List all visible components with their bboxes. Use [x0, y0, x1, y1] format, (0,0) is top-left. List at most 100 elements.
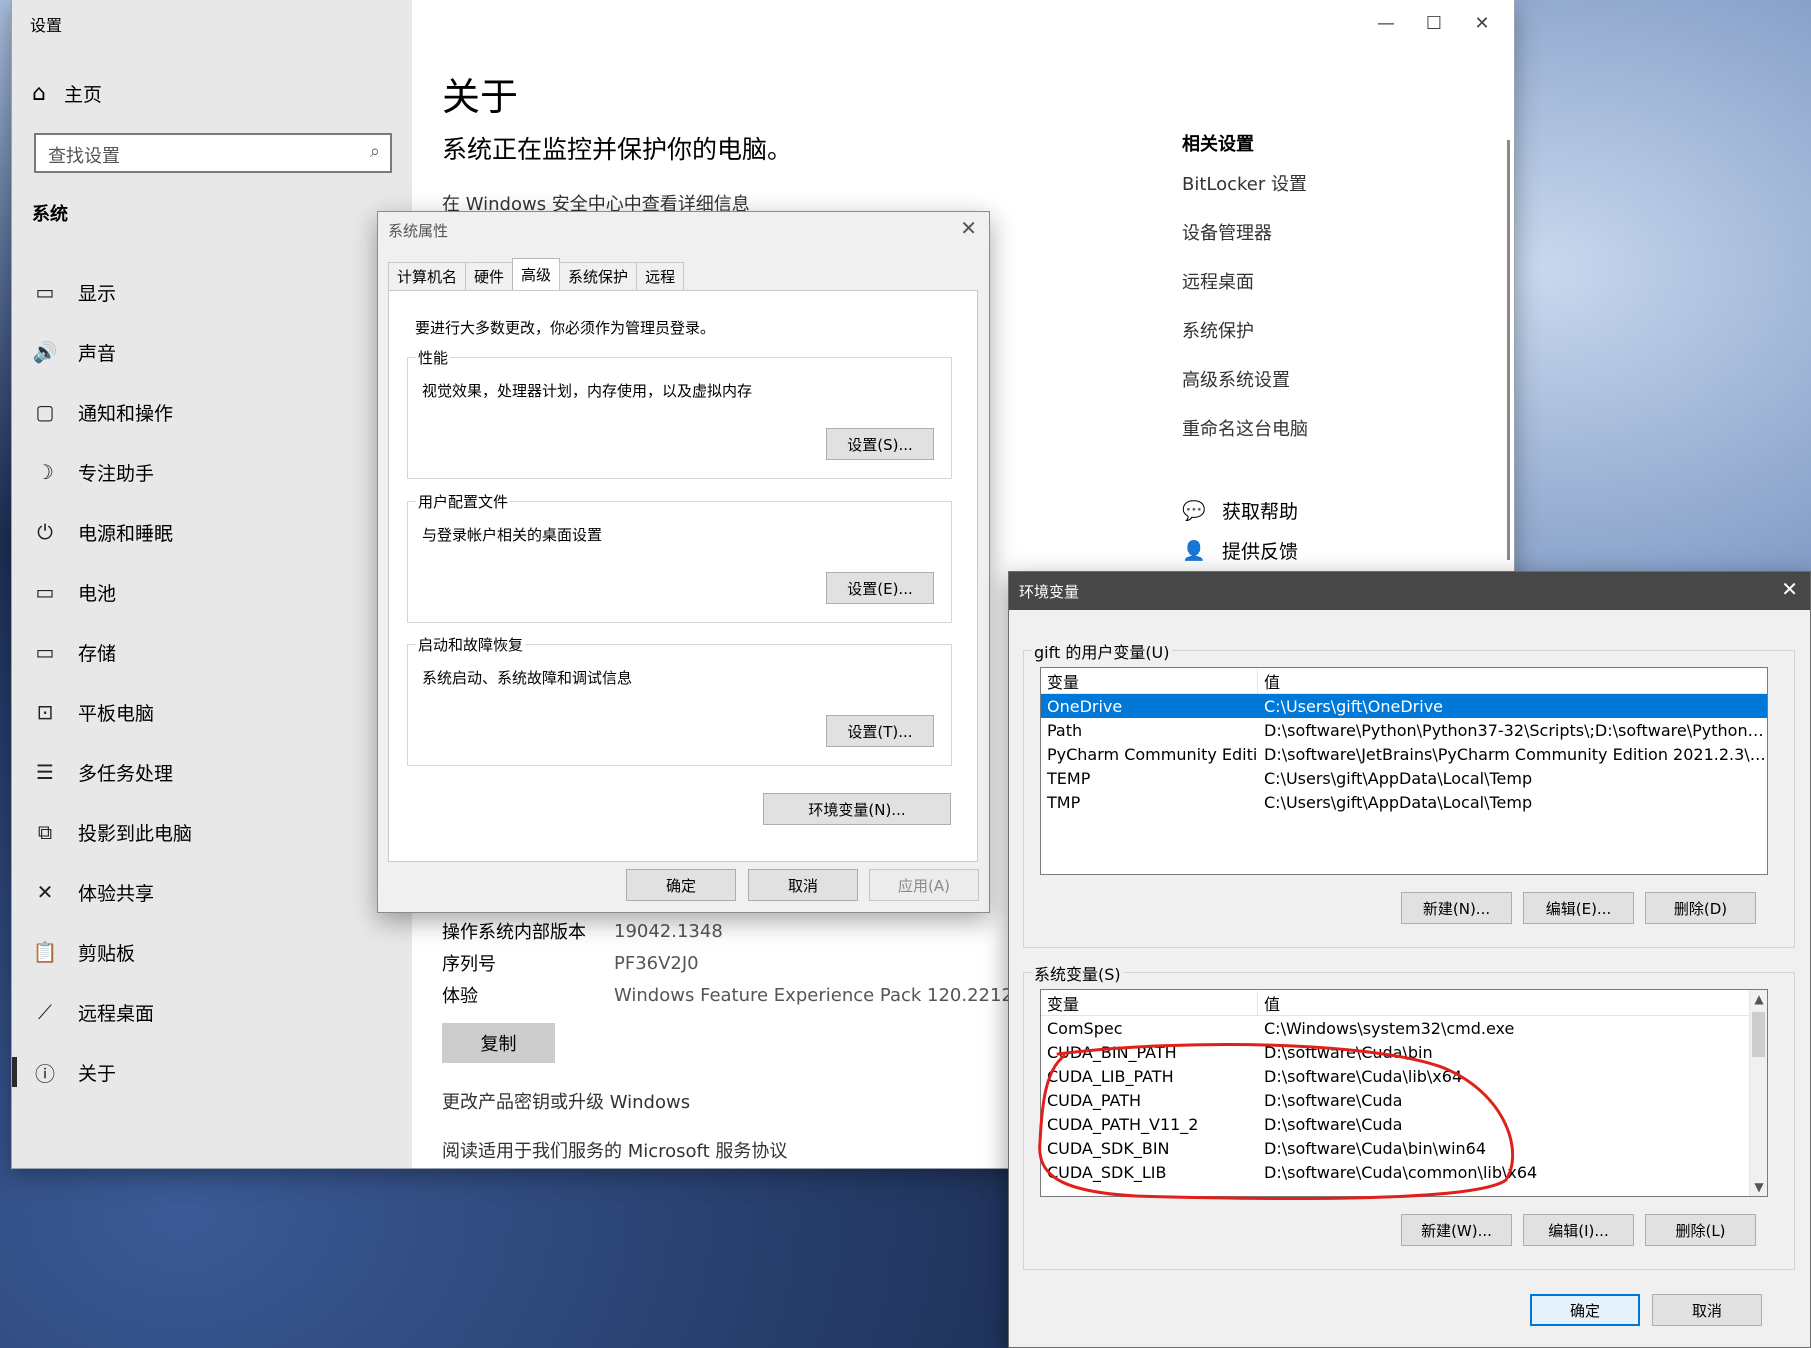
variable-value: D:\software\JetBrains\PyCharm Community …: [1264, 744, 1767, 764]
spec-key: 序列号: [442, 954, 496, 975]
sidebar-item-multitask[interactable]: ☰ 多任务处理: [12, 742, 412, 802]
startup-settings-button[interactable]: 设置(T)...: [826, 715, 934, 747]
table-row[interactable]: OneDrive C:\Users\gift\OneDrive: [1041, 694, 1767, 718]
column-header-variable[interactable]: 变量: [1041, 990, 1258, 1015]
feedback-link[interactable]: 👤 提供反馈: [1182, 530, 1298, 570]
table-scrollbar[interactable]: ▲ ▼: [1749, 990, 1767, 1196]
variable-name: CUDA_PATH_V11_2: [1047, 1114, 1199, 1134]
table-row[interactable]: CUDA_LIB_PATH D:\software\Cuda\lib\x64: [1041, 1064, 1749, 1088]
table-row[interactable]: CUDA_SDK_LIB D:\software\Cuda\common\lib\…: [1041, 1160, 1749, 1184]
sidebar-item-moon[interactable]: ☽ 专注助手: [12, 442, 412, 502]
scroll-down-icon[interactable]: ▼: [1750, 1180, 1767, 1194]
remote-desktop-icon: ⟋: [38, 1000, 52, 1024]
table-row[interactable]: TMP C:\Users\gift\AppData\Local\Temp: [1041, 790, 1767, 814]
related-link-remote-desktop[interactable]: 远程桌面: [1182, 268, 1308, 317]
variable-name: CUDA_LIB_PATH: [1047, 1066, 1174, 1086]
speaker-icon: 🔊: [32, 340, 58, 364]
table-row[interactable]: CUDA_PATH_V11_2 D:\software\Cuda: [1041, 1112, 1749, 1136]
table-row[interactable]: CUDA_PATH D:\software\Cuda: [1041, 1088, 1749, 1112]
search-input[interactable]: 查找设置 ⌕: [34, 133, 392, 173]
variable-name: TMP: [1047, 792, 1081, 812]
user-edit-button[interactable]: 编辑(E)...: [1523, 892, 1634, 924]
tab-system-protection[interactable]: 系统保护: [559, 262, 638, 290]
variable-value: C:\Users\gift\AppData\Local\Temp: [1264, 792, 1533, 812]
system-delete-button[interactable]: 删除(L): [1645, 1214, 1756, 1246]
spec-value: 19042.1348: [614, 920, 723, 942]
related-link-device-manager[interactable]: 设备管理器: [1182, 219, 1308, 268]
column-header-variable[interactable]: 变量: [1041, 668, 1258, 693]
variable-value: D:\software\Cuda\bin\win64: [1264, 1138, 1487, 1158]
tab-remote[interactable]: 远程: [636, 262, 685, 290]
app-title: 设置: [30, 16, 63, 35]
advanced-tab-pane: 要进行大多数更改，你必须作为管理员登录。 性能 视觉效果，处理器计划，内存使用，…: [388, 290, 978, 862]
profile-settings-button[interactable]: 设置(E)...: [826, 572, 934, 604]
tab-hardware[interactable]: 硬件: [465, 262, 514, 290]
related-link-system-protection[interactable]: 系统保护: [1182, 317, 1308, 366]
variable-name: PyCharm Community Edition: [1047, 744, 1258, 764]
sidebar-item-storage[interactable]: ▭ 存储: [12, 622, 412, 682]
system-new-button[interactable]: 新建(W)...: [1401, 1214, 1512, 1246]
sidebar-item-remote-desktop[interactable]: ⟋ 远程桌面: [12, 982, 412, 1042]
related-link-bitlocker[interactable]: BitLocker 设置: [1182, 170, 1308, 219]
spec-key: 体验: [442, 986, 478, 1007]
apply-button[interactable]: 应用(A): [869, 869, 979, 901]
related-link-rename-pc[interactable]: 重命名这台电脑: [1182, 415, 1308, 464]
admin-note: 要进行大多数更改，你必须作为管理员登录。: [415, 319, 716, 337]
page-title: 关于: [442, 75, 519, 119]
scroll-up-icon[interactable]: ▲: [1750, 992, 1767, 1006]
sidebar-item-speaker[interactable]: 🔊 声音: [12, 322, 412, 382]
table-row[interactable]: PyCharm Community Edition D:\software\Jet…: [1041, 742, 1767, 766]
get-help-link[interactable]: 💬 获取帮助: [1182, 490, 1298, 530]
variable-name: CUDA_BIN_PATH: [1047, 1042, 1177, 1062]
column-header-value[interactable]: 值: [1258, 991, 1749, 1015]
sidebar-item-notification[interactable]: ▢ 通知和操作: [12, 382, 412, 442]
user-delete-button[interactable]: 删除(D): [1645, 892, 1756, 924]
table-row[interactable]: ComSpec C:\Windows\system32\cmd.exe: [1041, 1016, 1749, 1040]
tab-computer-name[interactable]: 计算机名: [388, 262, 467, 290]
sidebar-item-battery[interactable]: ▭ 电池: [12, 562, 412, 622]
variable-name: ComSpec: [1047, 1018, 1123, 1038]
column-header-value[interactable]: 值: [1258, 669, 1767, 693]
system-edit-button[interactable]: 编辑(I)...: [1523, 1214, 1634, 1246]
service-agreement-link[interactable]: 阅读适用于我们服务的 Microsoft 服务协议: [442, 1137, 787, 1163]
ok-button[interactable]: 确定: [626, 869, 736, 901]
sidebar-item-display[interactable]: ▭ 显示: [12, 262, 412, 322]
ok-button[interactable]: 确定: [1530, 1294, 1640, 1326]
sidebar-item-power[interactable]: ⏻ 电源和睡眠: [12, 502, 412, 562]
group-title: 性能: [416, 347, 451, 368]
performance-group: 性能 视觉效果，处理器计划，内存使用，以及虚拟内存 设置(S)...: [407, 347, 952, 479]
sidebar-item-share[interactable]: ✕ 体验共享: [12, 862, 412, 922]
table-row[interactable]: CUDA_BIN_PATH D:\software\Cuda\bin: [1041, 1040, 1749, 1064]
sidebar-item-label: 远程桌面: [78, 1002, 155, 1025]
battery-icon: ▭: [35, 580, 55, 604]
table-header: 变量 值: [1041, 668, 1767, 694]
close-icon[interactable]: ✕: [1781, 577, 1798, 601]
environment-variables-button[interactable]: 环境变量(N)...: [763, 793, 951, 825]
sidebar-item-info[interactable]: ⓘ 关于: [12, 1042, 412, 1102]
tab-strip: 计算机名 硬件 高级 系统保护 远程: [388, 258, 685, 290]
tab-advanced[interactable]: 高级: [512, 258, 561, 290]
sidebar-item-label: 投影到此电脑: [78, 822, 193, 845]
variable-value: D:\software\Python\Python37-32\Scripts\;…: [1264, 720, 1767, 740]
upgrade-windows-link[interactable]: 更改产品密钥或升级 Windows: [442, 1088, 690, 1114]
table-row[interactable]: Path D:\software\Python\Python37-32\Scrip…: [1041, 718, 1767, 742]
display-icon: ▭: [35, 280, 55, 304]
user-new-button[interactable]: 新建(N)...: [1401, 892, 1512, 924]
user-variables-group: gift 的用户变量(U) 变量 值 OneDrive C:\Users\gift…: [1023, 639, 1795, 948]
performance-settings-button[interactable]: 设置(S)...: [826, 428, 934, 460]
sidebar-item-tablet[interactable]: ⊡ 平板电脑: [12, 682, 412, 742]
scroll-thumb[interactable]: [1752, 1012, 1765, 1057]
sidebar-item-clipboard[interactable]: 📋 剪贴板: [12, 922, 412, 982]
nav-home[interactable]: ⌂ 主页: [32, 80, 102, 107]
related-link-advanced-system[interactable]: 高级系统设置: [1182, 366, 1308, 415]
sidebar-item-project[interactable]: ⧉ 投影到此电脑: [12, 802, 412, 862]
cancel-button[interactable]: 取消: [1652, 1294, 1762, 1326]
close-icon[interactable]: ✕: [960, 216, 977, 240]
content-scrollbar[interactable]: [1507, 140, 1510, 560]
copy-button[interactable]: 复制: [442, 1023, 555, 1063]
table-row[interactable]: TEMP C:\Users\gift\AppData\Local\Temp: [1041, 766, 1767, 790]
spec-row: 体验 Windows Feature Experience Pack 120.2…: [442, 979, 1082, 1011]
table-row[interactable]: CUDA_SDK_BIN D:\software\Cuda\bin\win64: [1041, 1136, 1749, 1160]
home-icon: ⌂: [32, 81, 46, 106]
cancel-button[interactable]: 取消: [748, 869, 858, 901]
